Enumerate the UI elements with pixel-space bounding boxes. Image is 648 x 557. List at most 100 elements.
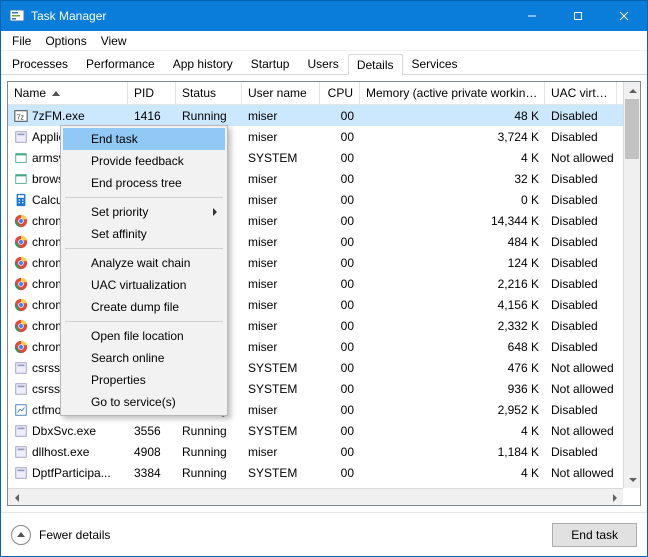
- cell-user: SYSTEM: [242, 382, 320, 396]
- tab-startup[interactable]: Startup: [242, 53, 299, 74]
- cell-uac: Disabled: [545, 445, 635, 459]
- cell-cpu: 00: [320, 151, 360, 165]
- cell-cpu: 00: [320, 130, 360, 144]
- menu-options[interactable]: Options: [38, 32, 93, 50]
- cell-uac: Not allowed: [545, 382, 635, 396]
- maximize-button[interactable]: [555, 1, 601, 31]
- col-name[interactable]: Name: [8, 82, 128, 104]
- cell-pid: 1416: [128, 109, 176, 123]
- col-mem[interactable]: Memory (active private working set): [360, 82, 545, 104]
- cell-mem: 3,724 K: [360, 130, 545, 144]
- cell-user: miser: [242, 235, 320, 249]
- cell-user: miser: [242, 256, 320, 270]
- horizontal-scrollbar[interactable]: [8, 488, 623, 505]
- menu-item-set-affinity[interactable]: Set affinity: [63, 223, 225, 245]
- cell-user: miser: [242, 445, 320, 459]
- scroll-right-icon[interactable]: [606, 489, 623, 506]
- cell-uac: Disabled: [545, 214, 635, 228]
- menu-separator: [65, 321, 223, 322]
- fewer-details-button[interactable]: Fewer details: [11, 525, 544, 545]
- process-icon: [14, 151, 28, 165]
- menu-item-end-task[interactable]: End task: [63, 128, 225, 150]
- process-name: dllhost.exe: [32, 445, 89, 459]
- tab-users[interactable]: Users: [298, 53, 347, 74]
- tab-services[interactable]: Services: [403, 53, 467, 74]
- process-icon: [14, 403, 28, 417]
- tab-processes[interactable]: Processes: [3, 53, 77, 74]
- table-row[interactable]: DptfParticipa...3384RunningSYSTEM004 KNo…: [8, 462, 640, 483]
- menu-item-set-priority[interactable]: Set priority: [63, 201, 225, 223]
- process-name: 7zFM.exe: [32, 109, 85, 123]
- menu-item-create-dump-file[interactable]: Create dump file: [63, 296, 225, 318]
- cell-cpu: 00: [320, 340, 360, 354]
- cell-pid: 3384: [128, 466, 176, 480]
- grid-body[interactable]: 7z7zFM.exe1416Runningmiser0048 KDisabled…: [8, 105, 640, 505]
- cell-mem: 476 K: [360, 361, 545, 375]
- context-menu: End taskProvide feedbackEnd process tree…: [60, 125, 228, 416]
- table-row[interactable]: DbxSvc.exe3556RunningSYSTEM004 KNot allo…: [8, 420, 640, 441]
- cell-cpu: 00: [320, 319, 360, 333]
- menu-item-properties[interactable]: Properties: [63, 369, 225, 391]
- scroll-thumb[interactable]: [625, 99, 639, 159]
- menu-item-go-to-service-s-[interactable]: Go to service(s): [63, 391, 225, 413]
- cell-cpu: 00: [320, 193, 360, 207]
- cell-mem: 4 K: [360, 466, 545, 480]
- table-row[interactable]: 7z7zFM.exe1416Runningmiser0048 KDisabled: [8, 105, 640, 126]
- scroll-left-icon[interactable]: [8, 489, 25, 506]
- cell-cpu: 00: [320, 445, 360, 459]
- menu-item-provide-feedback[interactable]: Provide feedback: [63, 150, 225, 172]
- end-task-button[interactable]: End task: [552, 523, 637, 547]
- col-cpu[interactable]: CPU: [320, 82, 360, 104]
- tab-app-history[interactable]: App history: [164, 53, 242, 74]
- menu-separator: [65, 248, 223, 249]
- menu-bar: File Options View: [1, 31, 647, 51]
- menu-item-uac-virtualization[interactable]: UAC virtualization: [63, 274, 225, 296]
- cell-user: miser: [242, 214, 320, 228]
- cell-status: Running: [176, 445, 242, 459]
- scroll-down-icon[interactable]: [624, 471, 641, 488]
- menu-item-open-file-location[interactable]: Open file location: [63, 325, 225, 347]
- cell-uac: Disabled: [545, 172, 635, 186]
- menu-item-analyze-wait-chain[interactable]: Analyze wait chain: [63, 252, 225, 274]
- cell-mem: 484 K: [360, 235, 545, 249]
- cell-uac: Disabled: [545, 277, 635, 291]
- menu-file[interactable]: File: [5, 32, 38, 50]
- process-icon: [14, 361, 28, 375]
- col-pid[interactable]: PID: [128, 82, 176, 104]
- minimize-button[interactable]: [509, 1, 555, 31]
- col-user[interactable]: User name: [242, 82, 320, 104]
- cell-user: miser: [242, 403, 320, 417]
- cell-mem: 648 K: [360, 340, 545, 354]
- menu-separator: [65, 197, 223, 198]
- cell-user: miser: [242, 109, 320, 123]
- cell-pid: 3556: [128, 424, 176, 438]
- cell-mem: 936 K: [360, 382, 545, 396]
- cell-cpu: 00: [320, 466, 360, 480]
- cell-uac: Disabled: [545, 298, 635, 312]
- cell-mem: 32 K: [360, 172, 545, 186]
- close-button[interactable]: [601, 1, 647, 31]
- menu-item-end-process-tree[interactable]: End process tree: [63, 172, 225, 194]
- tab-details[interactable]: Details: [348, 54, 403, 75]
- table-row[interactable]: dllhost.exe4908Runningmiser001,184 KDisa…: [8, 441, 640, 462]
- cell-mem: 14,344 K: [360, 214, 545, 228]
- vertical-scrollbar[interactable]: [623, 82, 640, 488]
- title-bar[interactable]: Task Manager: [1, 1, 647, 31]
- cell-mem: 48 K: [360, 109, 545, 123]
- tab-performance[interactable]: Performance: [77, 53, 164, 74]
- menu-view[interactable]: View: [94, 32, 134, 50]
- cell-uac: Disabled: [545, 193, 635, 207]
- cell-uac: Not allowed: [545, 466, 635, 480]
- col-status[interactable]: Status: [176, 82, 242, 104]
- menu-item-search-online[interactable]: Search online: [63, 347, 225, 369]
- fewer-details-label: Fewer details: [39, 528, 110, 542]
- cell-user: miser: [242, 193, 320, 207]
- cell-cpu: 00: [320, 214, 360, 228]
- cell-user: miser: [242, 319, 320, 333]
- col-uac[interactable]: UAC virtualiz: [545, 82, 617, 104]
- cell-mem: 4,156 K: [360, 298, 545, 312]
- scroll-up-icon[interactable]: [624, 82, 641, 99]
- cell-pid: 4908: [128, 445, 176, 459]
- process-grid: Name PID Status User name CPU Memory (ac…: [7, 81, 641, 506]
- footer: Fewer details End task: [1, 512, 647, 556]
